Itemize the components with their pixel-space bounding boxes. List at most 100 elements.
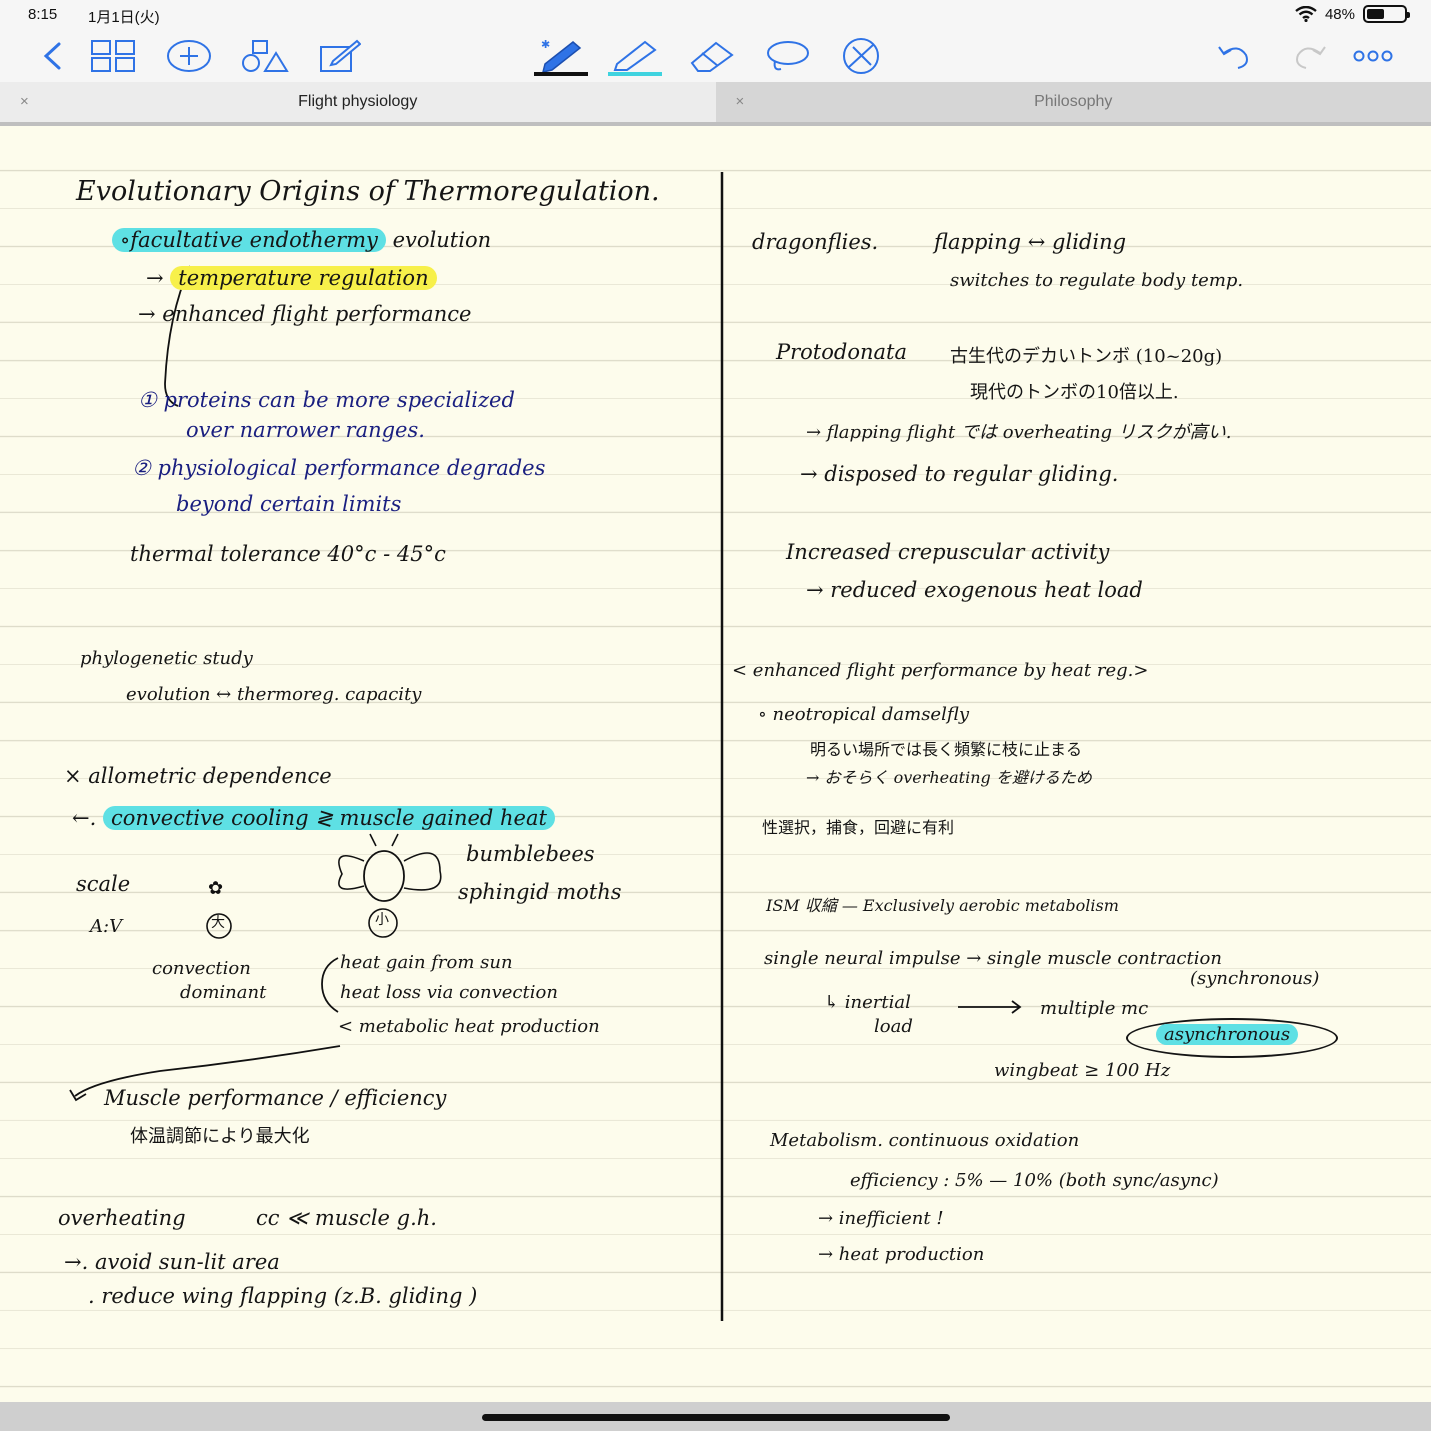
note-line: ←. convective cooling ≷ muscle gained he… bbox=[72, 806, 555, 831]
status-time: 8:15 bbox=[28, 6, 58, 23]
note-line: < enhanced flight performance by heat re… bbox=[732, 660, 1149, 681]
av-small: 小 bbox=[375, 912, 389, 928]
edit-button[interactable] bbox=[316, 36, 362, 76]
note-line: ↳ inertial bbox=[824, 992, 911, 1013]
note-line: single neural impulse → single muscle co… bbox=[764, 948, 1222, 969]
note-line: Metabolism. continuous oxidation bbox=[770, 1130, 1080, 1151]
add-icon bbox=[167, 40, 211, 72]
note-line: 古生代のデカいトンボ (10~20g) bbox=[950, 346, 1223, 367]
note-line: → flapping flight では overheating リスクが高い. bbox=[806, 422, 1232, 443]
undo-button[interactable] bbox=[1214, 36, 1254, 76]
undo-icon bbox=[1218, 46, 1248, 69]
add-page-button[interactable] bbox=[164, 36, 214, 76]
note-line: phylogenetic study bbox=[80, 648, 253, 669]
note-line: → temperature regulation bbox=[146, 266, 437, 291]
note-line: → おそらく overheating を避けるため bbox=[806, 768, 1092, 787]
redo-button[interactable] bbox=[1290, 36, 1330, 76]
note-line: 明るい場所では長く頻繁に枝に止まる bbox=[810, 740, 1083, 759]
note-line: 性選択，捕食，回避に有利 bbox=[762, 818, 955, 837]
note-line: dominant bbox=[180, 982, 267, 1003]
note-line: wingbeat ≥ 100 Hz bbox=[994, 1060, 1171, 1081]
highlighter-icon bbox=[608, 40, 662, 76]
highlight-facultative: ∘facultative endothermy bbox=[112, 228, 386, 252]
redo-icon bbox=[1296, 46, 1326, 69]
svg-text:✿: ✿ bbox=[208, 878, 223, 899]
note-line: thermal tolerance 40°c - 45°c bbox=[130, 542, 446, 566]
note-line: ISM 収縮 — Exclusively aerobic metabolism bbox=[766, 896, 1119, 915]
grid-button[interactable] bbox=[88, 36, 138, 76]
svg-text:✱: ✱ bbox=[541, 38, 550, 51]
note-line: efficiency : 5% — 10% (both sync/async) bbox=[850, 1170, 1219, 1191]
note-page[interactable]: ✿ Evolutionary Origins of Thermoregulati… bbox=[0, 126, 1431, 1402]
av-big: 大 bbox=[211, 915, 225, 931]
note-line: ① proteins can be more specialized bbox=[138, 388, 515, 412]
back-button[interactable] bbox=[36, 36, 68, 76]
note-line: evolution ↔ thermoreg. capacity bbox=[126, 684, 422, 705]
note-line: bumblebees bbox=[466, 842, 595, 866]
note-line: < metabolic heat production bbox=[338, 1016, 600, 1037]
status-right: 48% bbox=[1295, 5, 1410, 23]
note-line: flapping ↔ gliding bbox=[934, 230, 1127, 254]
highlight-temperature-regulation: temperature regulation bbox=[170, 266, 437, 290]
grid-icon bbox=[91, 40, 135, 72]
note-line: load bbox=[874, 1016, 913, 1037]
note-line: sphingid moths bbox=[458, 880, 622, 904]
lasso-tool[interactable] bbox=[762, 36, 812, 76]
status-date: 1月1日(火) bbox=[88, 9, 160, 26]
highlight-convective-cooling: convective cooling ≷ muscle gained heat bbox=[102, 806, 555, 830]
note-line: → inefficient ! bbox=[818, 1208, 944, 1229]
eraser-tool[interactable] bbox=[687, 36, 737, 76]
toolbar: ✱ bbox=[0, 30, 1431, 82]
home-indicator[interactable] bbox=[482, 1414, 950, 1421]
note-line: over narrower ranges. bbox=[186, 418, 425, 442]
pen-icon: ✱ bbox=[534, 38, 588, 76]
note-line: (synchronous) bbox=[1190, 968, 1320, 989]
note-line: → reduced exogenous heat load bbox=[806, 578, 1143, 602]
highlighter-tool[interactable] bbox=[607, 36, 663, 76]
note-line: heat gain from sun bbox=[340, 952, 513, 973]
tab-bar: × Flight physiology × Philosophy bbox=[0, 82, 1431, 122]
note-line: → disposed to regular gliding. bbox=[800, 462, 1119, 486]
note-line: asynchronous bbox=[1156, 1024, 1299, 1046]
note-line: ∘ neotropical damselfly bbox=[758, 704, 970, 725]
battery-icon bbox=[1363, 5, 1410, 23]
note-line: convection bbox=[152, 958, 251, 979]
arrow-glyph: ←. bbox=[72, 806, 97, 830]
pen-tool[interactable]: ✱ bbox=[533, 36, 589, 76]
note-line: ∘facultative endothermy evolution bbox=[112, 228, 491, 253]
note-line: dragonflies. bbox=[752, 230, 879, 254]
note-line: →. avoid sun-lit area bbox=[64, 1250, 280, 1274]
note-line: beyond certain limits bbox=[176, 492, 402, 516]
note-line: Muscle performance / efficiency bbox=[104, 1086, 447, 1110]
shapes-icon bbox=[242, 40, 289, 72]
eraser-icon bbox=[690, 41, 734, 72]
note-line: Increased crepuscular activity bbox=[786, 540, 1110, 564]
no-write-tool[interactable] bbox=[836, 36, 886, 76]
more-button[interactable] bbox=[1352, 36, 1394, 76]
battery-fill bbox=[1367, 9, 1385, 19]
note-line: → enhanced flight performance bbox=[138, 302, 472, 326]
note-line: ② physiological performance degrades bbox=[132, 456, 546, 480]
close-tab-icon[interactable]: × bbox=[736, 93, 745, 110]
note-text: evolution bbox=[392, 228, 492, 252]
note-line: × allometric dependence bbox=[64, 764, 332, 788]
note-line: scale bbox=[76, 872, 131, 896]
note-line: switches to regulate body temp. bbox=[950, 270, 1244, 291]
note-line: Protodonata bbox=[776, 340, 907, 364]
note-line: 現代のトンボの10倍以上. bbox=[970, 382, 1179, 403]
note-line: . reduce wing flapping (z.B. gliding ) bbox=[88, 1284, 478, 1308]
tab-title: Flight physiology bbox=[298, 93, 418, 110]
tab-philosophy[interactable]: × Philosophy bbox=[715, 82, 1431, 122]
note-line: → heat production bbox=[818, 1244, 985, 1265]
note-line: multiple mc bbox=[1040, 998, 1149, 1019]
note-line: A:V bbox=[90, 916, 123, 937]
shapes-button[interactable] bbox=[240, 36, 290, 76]
close-tab-icon[interactable]: × bbox=[20, 93, 29, 110]
more-icon bbox=[1353, 50, 1393, 62]
tab-title: Philosophy bbox=[1034, 93, 1113, 110]
note-line: cc ≪ muscle g.h. bbox=[256, 1206, 437, 1230]
tab-flight-physiology[interactable]: × Flight physiology bbox=[0, 82, 716, 122]
no-write-icon bbox=[843, 38, 879, 74]
highlight-asynchronous: asynchronous bbox=[1156, 1024, 1299, 1045]
edit-icon bbox=[320, 39, 361, 72]
